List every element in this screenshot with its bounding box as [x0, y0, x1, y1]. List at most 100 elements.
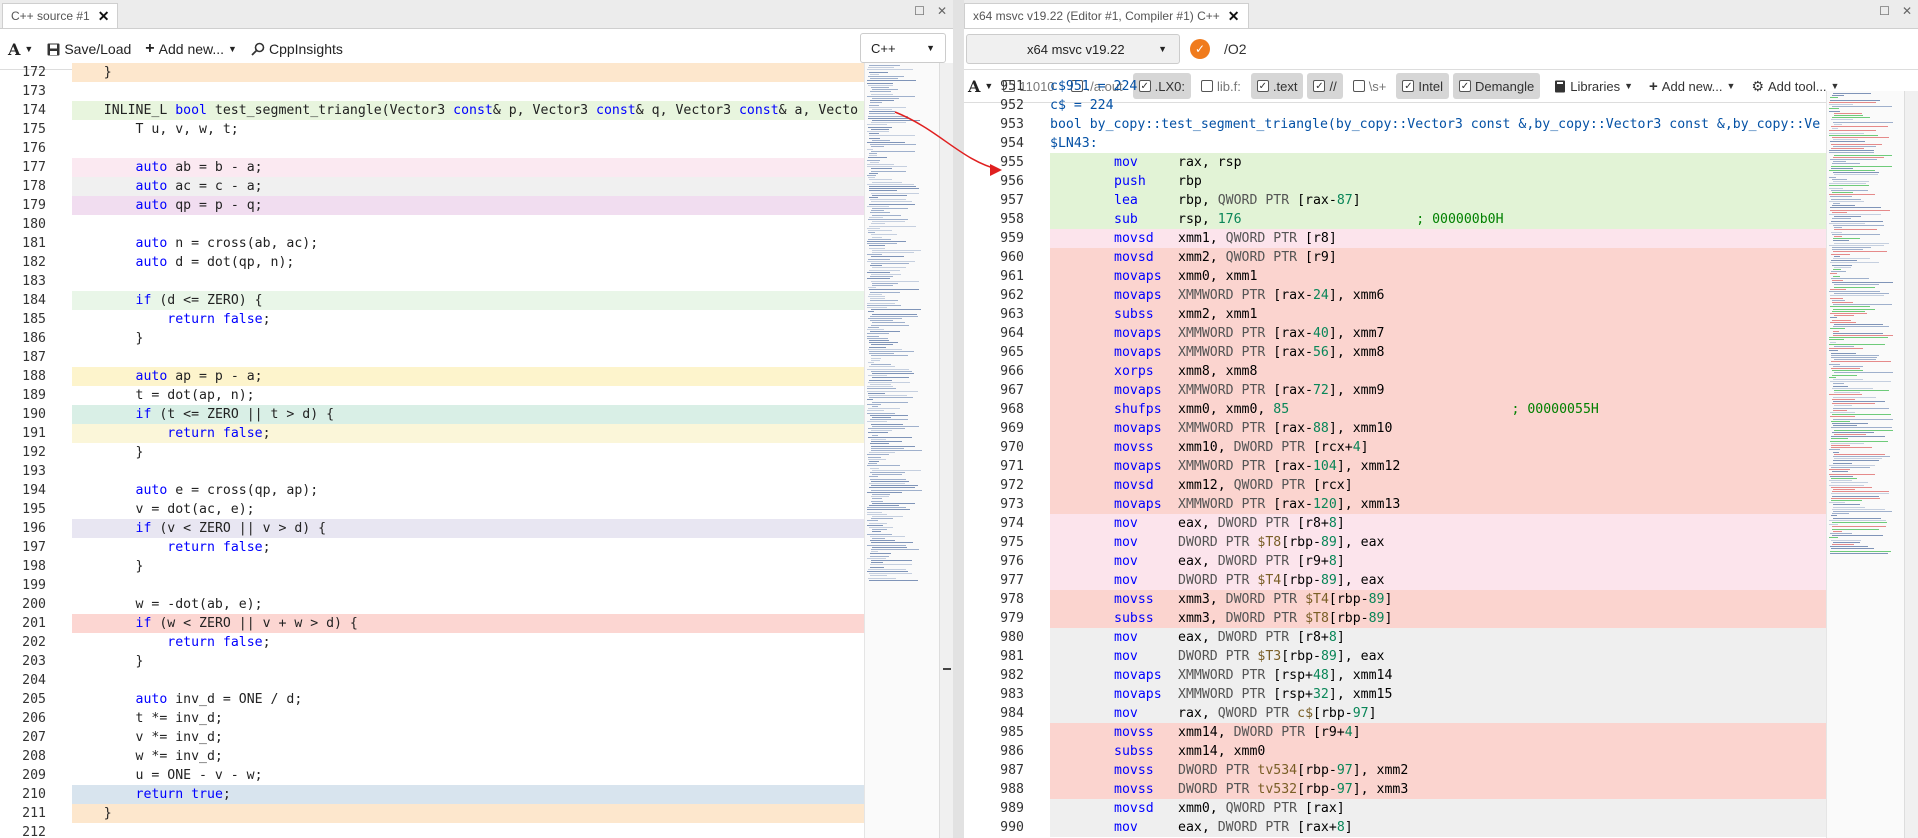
- asm-line[interactable]: 979 subss xmm3, DWORD PTR $T8[rbp-89]: [964, 609, 1918, 628]
- asm-line[interactable]: 951 c$951 = 224: [964, 77, 1918, 96]
- asm-line[interactable]: 967 movaps XMMWORD PTR [rax-72], xmm9: [964, 381, 1918, 400]
- asm-line[interactable]: 952 c$ = 224: [964, 96, 1918, 115]
- font-size-button[interactable]: A ▼: [8, 40, 33, 59]
- source-line[interactable]: 183: [0, 272, 953, 291]
- asm-line[interactable]: 957 lea rbp, QWORD PTR [rax-87]: [964, 191, 1918, 210]
- source-line[interactable]: 188 auto ap = p - a;: [0, 367, 953, 386]
- source-minimap[interactable]: [864, 63, 940, 838]
- maximize-icon[interactable]: ☐: [914, 4, 925, 18]
- close-icon[interactable]: ✕: [1228, 8, 1240, 25]
- source-line[interactable]: 207 v *= inv_d;: [0, 728, 953, 747]
- cppinsights-button[interactable]: CppInsights: [251, 41, 343, 57]
- source-scrollbar[interactable]: [939, 63, 953, 838]
- source-line[interactable]: 193: [0, 462, 953, 481]
- save-load-button[interactable]: Save/Load: [47, 41, 131, 57]
- source-line[interactable]: 206 t *= inv_d;: [0, 709, 953, 728]
- asm-line[interactable]: 973 movaps XMMWORD PTR [rax-120], xmm13: [964, 495, 1918, 514]
- source-line[interactable]: 198 }: [0, 557, 953, 576]
- source-line[interactable]: 174 INLINE_L bool test_segment_triangle(…: [0, 101, 953, 120]
- asm-line[interactable]: 954 $LN43:: [964, 134, 1918, 153]
- asm-line[interactable]: 980 mov eax, DWORD PTR [r8+8]: [964, 628, 1918, 647]
- asm-line[interactable]: 965 movaps XMMWORD PTR [rax-56], xmm8: [964, 343, 1918, 362]
- asm-line[interactable]: 966 xorps xmm8, xmm8: [964, 362, 1918, 381]
- source-line[interactable]: 210 return true;: [0, 785, 953, 804]
- source-line[interactable]: 195 v = dot(ac, e);: [0, 500, 953, 519]
- close-icon[interactable]: ✕: [98, 8, 110, 25]
- asm-line[interactable]: 961 movaps xmm0, xmm1: [964, 267, 1918, 286]
- source-line[interactable]: 186 }: [0, 329, 953, 348]
- assembly-minimap[interactable]: [1826, 91, 1905, 838]
- asm-line[interactable]: 982 movaps XMMWORD PTR [rsp+48], xmm14: [964, 666, 1918, 685]
- source-line[interactable]: 204: [0, 671, 953, 690]
- language-select[interactable]: C++ ▼: [860, 33, 946, 63]
- source-line[interactable]: 208 w *= inv_d;: [0, 747, 953, 766]
- scrollbar-thumb[interactable]: [943, 668, 951, 670]
- source-line[interactable]: 199: [0, 576, 953, 595]
- source-line[interactable]: 179 auto qp = p - q;: [0, 196, 953, 215]
- source-line[interactable]: 196 if (v < ZERO || v > d) {: [0, 519, 953, 538]
- asm-line[interactable]: 953 bool by_copy::test_segment_triangle(b…: [964, 115, 1918, 134]
- asm-line[interactable]: 963 subss xmm2, xmm1: [964, 305, 1918, 324]
- source-line[interactable]: 181 auto n = cross(ab, ac);: [0, 234, 953, 253]
- asm-line[interactable]: 971 movaps XMMWORD PTR [rax-104], xmm12: [964, 457, 1918, 476]
- asm-line[interactable]: 978 movss xmm3, DWORD PTR $T4[rbp-89]: [964, 590, 1918, 609]
- asm-line[interactable]: 986 subss xmm14, xmm0: [964, 742, 1918, 761]
- asm-line[interactable]: 969 movaps XMMWORD PTR [rax-88], xmm10: [964, 419, 1918, 438]
- source-line[interactable]: 192 }: [0, 443, 953, 462]
- source-line[interactable]: 203 }: [0, 652, 953, 671]
- source-line[interactable]: 173: [0, 82, 953, 101]
- asm-line[interactable]: 960 movsd xmm2, QWORD PTR [r9]: [964, 248, 1918, 267]
- source-line[interactable]: 185 return false;: [0, 310, 953, 329]
- source-line[interactable]: 209 u = ONE - v - w;: [0, 766, 953, 785]
- asm-line[interactable]: 970 movss xmm10, DWORD PTR [rcx+4]: [964, 438, 1918, 457]
- add-new-button[interactable]: + Add new... ▼: [145, 40, 237, 58]
- close-pane-icon[interactable]: ✕: [937, 4, 947, 18]
- asm-line[interactable]: 956 push rbp: [964, 172, 1918, 191]
- compiler-select[interactable]: x64 msvc v19.22 ▼: [966, 34, 1180, 64]
- source-line[interactable]: 176: [0, 139, 953, 158]
- compiler-options-input[interactable]: /O2: [1224, 41, 1247, 57]
- asm-line[interactable]: 990 mov eax, DWORD PTR [rax+8]: [964, 818, 1918, 837]
- asm-line[interactable]: 974 mov eax, DWORD PTR [r8+8]: [964, 514, 1918, 533]
- asm-line[interactable]: 989 movsd xmm0, QWORD PTR [rax]: [964, 799, 1918, 818]
- source-line[interactable]: 211 }: [0, 804, 953, 823]
- asm-line[interactable]: 983 movaps XMMWORD PTR [rsp+32], xmm15: [964, 685, 1918, 704]
- source-line[interactable]: 190 if (t <= ZERO || t > d) {: [0, 405, 953, 424]
- source-line[interactable]: 212: [0, 823, 953, 838]
- source-line[interactable]: 201 if (w < ZERO || v + w > d) {: [0, 614, 953, 633]
- source-line[interactable]: 200 w = -dot(ab, e);: [0, 595, 953, 614]
- source-line[interactable]: 172 }: [0, 63, 953, 82]
- source-line[interactable]: 197 return false;: [0, 538, 953, 557]
- source-line[interactable]: 178 auto ac = c - a;: [0, 177, 953, 196]
- asm-line[interactable]: 975 mov DWORD PTR $T8[rbp-89], eax: [964, 533, 1918, 552]
- asm-line[interactable]: 972 movsd xmm12, QWORD PTR [rcx]: [964, 476, 1918, 495]
- asm-line[interactable]: 955 mov rax, rsp: [964, 153, 1918, 172]
- asm-line[interactable]: 959 movsd xmm1, QWORD PTR [r8]: [964, 229, 1918, 248]
- asm-line[interactable]: 977 mov DWORD PTR $T4[rbp-89], eax: [964, 571, 1918, 590]
- asm-line[interactable]: 964 movaps XMMWORD PTR [rax-40], xmm7: [964, 324, 1918, 343]
- source-tab[interactable]: C++ source #1 ✕: [2, 3, 119, 28]
- assembly-output-editor[interactable]: 951 c$951 = 224 952 c$ = 224 953 bool by_copy…: [964, 77, 1918, 837]
- asm-line[interactable]: 968 shufps xmm0, xmm0, 85 ; 00000055H: [964, 400, 1918, 419]
- source-line[interactable]: 194 auto e = cross(qp, ap);: [0, 481, 953, 500]
- assembly-scrollbar[interactable]: [1904, 91, 1918, 838]
- asm-line[interactable]: 962 movaps XMMWORD PTR [rax-24], xmm6: [964, 286, 1918, 305]
- maximize-icon[interactable]: ☐: [1879, 4, 1890, 18]
- source-line[interactable]: 189 t = dot(ap, n);: [0, 386, 953, 405]
- asm-line[interactable]: 985 movss xmm14, DWORD PTR [r9+4]: [964, 723, 1918, 742]
- source-line[interactable]: 202 return false;: [0, 633, 953, 652]
- source-line[interactable]: 177 auto ab = b - a;: [0, 158, 953, 177]
- pane-splitter[interactable]: [953, 0, 964, 838]
- asm-line[interactable]: 987 movss DWORD PTR tv534[rbp-97], xmm2: [964, 761, 1918, 780]
- source-line[interactable]: 191 return false;: [0, 424, 953, 443]
- close-pane-icon[interactable]: ✕: [1902, 4, 1912, 18]
- asm-line[interactable]: 984 mov rax, QWORD PTR c$[rbp-97]: [964, 704, 1918, 723]
- source-code-editor[interactable]: 172 } 173 174 INLINE_L bool test_segment_t…: [0, 63, 953, 838]
- asm-line[interactable]: 988 movss DWORD PTR tv532[rbp-97], xmm3: [964, 780, 1918, 799]
- source-line[interactable]: 182 auto d = dot(qp, n);: [0, 253, 953, 272]
- asm-line[interactable]: 958 sub rsp, 176 ; 000000b0H: [964, 210, 1918, 229]
- source-line[interactable]: 180: [0, 215, 953, 234]
- source-line[interactable]: 175 T u, v, w, t;: [0, 120, 953, 139]
- source-line[interactable]: 187: [0, 348, 953, 367]
- source-line[interactable]: 184 if (d <= ZERO) {: [0, 291, 953, 310]
